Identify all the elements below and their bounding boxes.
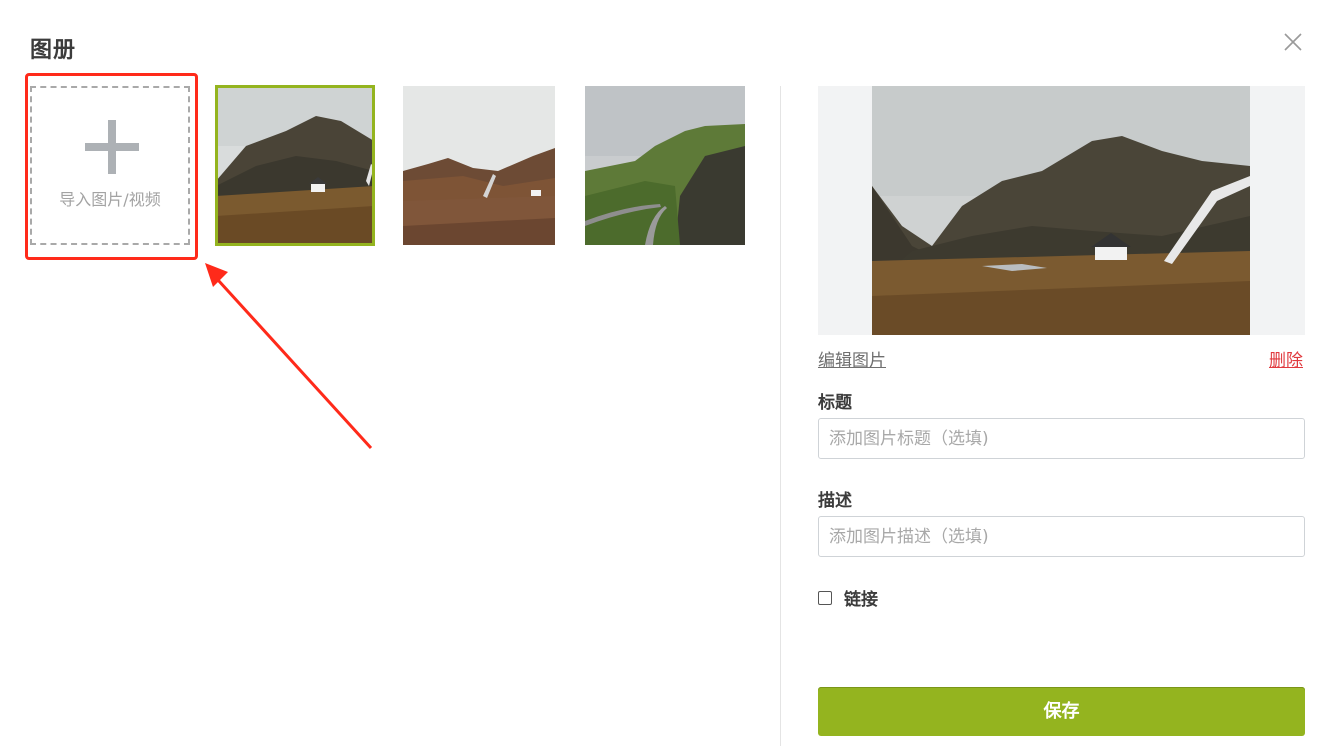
dialog-title: 图册 xyxy=(30,38,77,63)
link-option[interactable]: 链接 xyxy=(818,585,878,610)
link-label: 链接 xyxy=(844,590,878,610)
delete-image-link[interactable]: 删除 xyxy=(1269,346,1303,371)
edit-image-link[interactable]: 编辑图片 xyxy=(818,346,886,371)
description-input[interactable] xyxy=(818,516,1305,557)
gallery-thumbnail-1[interactable] xyxy=(215,85,375,246)
import-media-label: 导入图片/视频 xyxy=(59,190,161,209)
preview-photo xyxy=(872,86,1250,335)
gallery-thumbnail-2[interactable] xyxy=(403,86,555,245)
close-icon[interactable] xyxy=(1283,32,1303,52)
link-checkbox[interactable] xyxy=(818,590,832,605)
panel-divider xyxy=(780,86,781,746)
title-input[interactable] xyxy=(818,418,1305,459)
description-label: 描述 xyxy=(818,491,852,511)
mountain-church-photo xyxy=(216,86,374,245)
title-label: 标题 xyxy=(818,393,852,413)
save-button[interactable]: 保存 xyxy=(818,687,1305,736)
import-media-button[interactable]: 导入图片/视频 xyxy=(30,86,190,245)
green-cliffs-road-photo xyxy=(585,86,745,245)
image-preview xyxy=(818,86,1305,335)
gallery-thumbnail-3[interactable] xyxy=(585,86,745,245)
plus-icon xyxy=(85,120,139,174)
valley-waterfall-photo xyxy=(403,86,555,245)
